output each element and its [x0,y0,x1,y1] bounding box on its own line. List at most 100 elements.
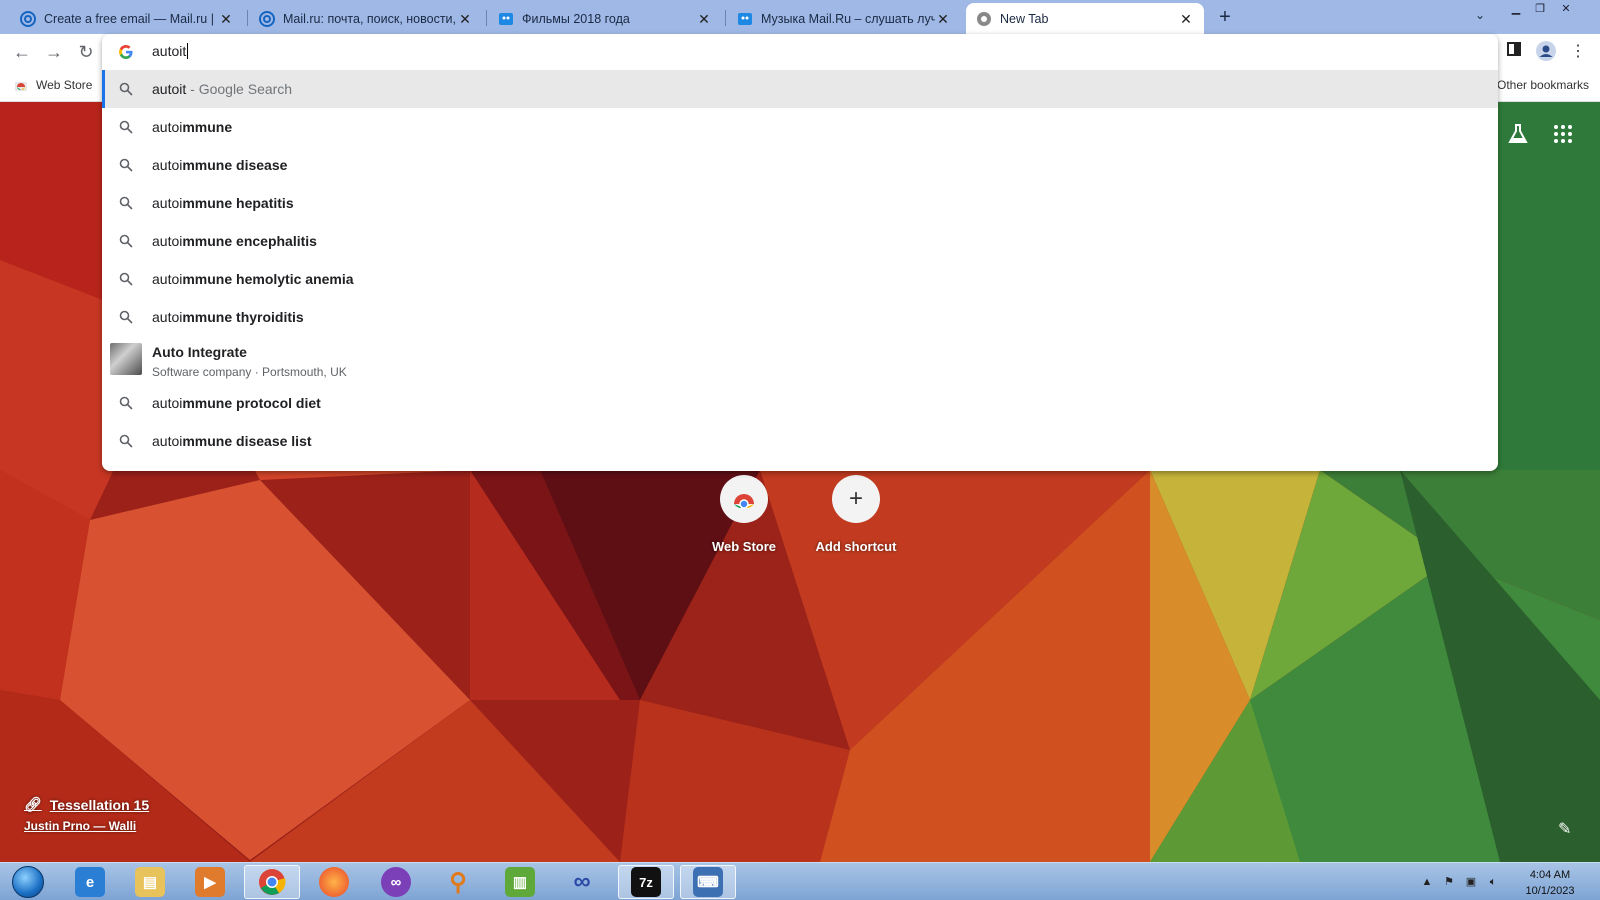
new-tab-button[interactable]: + [1213,6,1237,28]
add-shortcut-button[interactable]: + Add shortcut [806,475,906,554]
close-icon[interactable]: ✕ [935,11,951,27]
suggestion-prefix: autoi [152,195,183,211]
volume-muted-icon[interactable]: 🔈︎ [1486,875,1500,889]
tab-search-chevron-icon[interactable]: ⌄ [1470,8,1490,26]
search-icon [119,82,133,96]
network-icon[interactable]: ▣ [1464,875,1478,889]
search-icon [119,196,133,210]
mailru-icon [259,10,275,27]
shortcut-label: Web Store [711,539,777,554]
search-icon [119,234,133,248]
tab-mail-music[interactable]: Музыка Mail.Ru – слушать лучш ✕ [727,3,961,34]
suggestion-item[interactable]: autoimmune hemolytic anemia [102,260,1498,298]
kebab-menu-icon[interactable]: ⋮ [1567,41,1589,63]
suggestion-item[interactable]: autoimmune encephalitis [102,222,1498,260]
taskbar-keyboard-app[interactable]: ⌨ [680,865,736,899]
side-panel-icon[interactable] [1503,41,1525,63]
taskbar-7zip[interactable]: 7z [618,865,674,899]
taskbar-chart-app[interactable]: ▥ [492,865,548,899]
suggestion-text: autoimmune protocol diet [152,395,321,411]
suggestion-text: autoimmune thyroiditis [152,309,304,325]
windows-logo-icon [12,866,44,898]
suggestion-completion: mmune disease [182,157,288,173]
search-icon [119,396,133,410]
attribution-link[interactable]: 🔗︎ Tessellation 15 [24,796,149,813]
incognito-mask-icon: ∞ [381,867,411,897]
tab-title: Музыка Mail.Ru – слушать лучш [761,11,935,26]
minimize-button[interactable]: ▁ [1505,2,1527,16]
suggestion-item[interactable]: autoimmune disease list [102,422,1498,460]
media-player-icon: ▶ [195,867,225,897]
shortcut-label: Add shortcut [815,539,897,554]
taskbar-magnifier[interactable]: ⚲ [430,865,486,899]
close-icon[interactable]: ✕ [696,11,712,27]
chrome-webstore-icon [15,82,27,91]
suggestion-completion: mmune hemolytic anemia [182,271,354,287]
reload-button[interactable]: ↻ [75,41,97,63]
suggestion-item[interactable]: autoimmune [102,108,1498,146]
suggestion-prefix: autoi [152,433,183,449]
suggestion-prefix: autoi [152,233,183,249]
close-icon[interactable]: ✕ [218,11,234,27]
suggestion-entity-auto-integrate[interactable]: Auto Integrate Software company · Portsm… [102,335,1498,385]
bookmark-web-store[interactable]: Web Store [14,78,92,92]
attribution-author[interactable]: Justin Prno — Walli [24,819,149,833]
7zip-icon: 7z [631,867,661,897]
clock-time: 4:04 AM [1529,869,1571,881]
restore-button[interactable]: ❐ [1529,2,1551,16]
shortcut-web-store[interactable]: Web Store [694,475,794,554]
suggestion-prefix: autoit [152,81,187,97]
windows-taskbar: e ▤ ▶ ∞ ⚲ ▥ ∞ 7z ⌨ ▲ ⚑ ▣ 🔈︎ 4:04 AM 10/1… [0,862,1600,900]
taskbar-clock[interactable]: 4:04 AM 10/1/2023 [1515,867,1585,899]
tab-separator [725,10,726,26]
profile-avatar[interactable] [1535,41,1557,63]
entity-title: Auto Integrate [152,344,247,360]
tray-expand-icon[interactable]: ▲ [1420,875,1434,889]
tab-separator [247,10,248,26]
suggestion-prefix: autoi [152,271,183,287]
taskbar-file-explorer[interactable]: ▤ [122,865,178,899]
taskbar-internet-explorer[interactable]: e [62,865,118,899]
taskbar-chrome[interactable] [244,865,300,899]
suggestion-item[interactable]: autoimmune disease [102,146,1498,184]
firefox-icon [319,867,349,897]
suggestion-item[interactable]: autoimmune hepatitis [102,184,1498,222]
google-apps-grid-icon[interactable] [1553,124,1573,144]
search-icon [119,158,133,172]
taskbar-infinity-app[interactable]: ∞ [554,865,610,899]
omnibox-input[interactable]: autoit [152,43,189,59]
search-icon [119,310,133,324]
suggestion-item[interactable]: autoimmune thyroiditis [102,298,1498,336]
suggestion-text: autoit - Google Search [152,81,292,97]
plus-icon: + [832,475,880,523]
suggestion-prefix: autoi [152,157,183,173]
file-explorer-icon: ▤ [135,867,165,897]
omnibox-input-row[interactable]: autoit [102,34,1498,70]
suggestion-completion: mmune protocol diet [182,395,321,411]
taskbar-firefox[interactable] [306,865,362,899]
back-button[interactable]: ← [11,41,33,63]
suggestion-text: autoimmune hepatitis [152,195,294,211]
suggestion-completion: mmune [182,119,233,135]
other-bookmarks[interactable]: Other bookmarks [1497,78,1589,92]
close-icon[interactable]: ✕ [1178,11,1194,27]
tab-new-tab[interactable]: New Tab ✕ [966,3,1204,34]
customize-pencil-icon[interactable]: ✎ [1558,819,1576,838]
close-window-button[interactable]: ✕ [1555,2,1577,16]
close-icon[interactable]: ✕ [457,11,473,27]
start-button[interactable] [6,865,50,899]
suggestion-item[interactable]: autoimmune protocol diet [102,384,1498,422]
forward-button[interactable]: → [43,41,65,63]
tab-mailru-create[interactable]: Create a free email — Mail.ru | Re ✕ [10,3,244,34]
bookmark-label: Web Store [36,78,93,92]
tab-mail-movies[interactable]: Фильмы 2018 года ✕ [488,3,722,34]
suggestion-text: autoimmune hemolytic anemia [152,271,354,287]
suggestion-search-autoit[interactable]: autoit - Google Search [102,70,1498,108]
taskbar-incognito[interactable]: ∞ [368,865,424,899]
taskbar-media-player[interactable]: ▶ [182,865,238,899]
suggestion-text: autoimmune disease list [152,433,312,449]
action-center-flag-icon[interactable]: ⚑ [1442,875,1456,889]
tab-title: Mail.ru: почта, поиск, новости, м [283,11,457,26]
labs-flask-icon[interactable] [1506,122,1530,146]
tab-mailru-home[interactable]: Mail.ru: почта, поиск, новости, м ✕ [249,3,483,34]
